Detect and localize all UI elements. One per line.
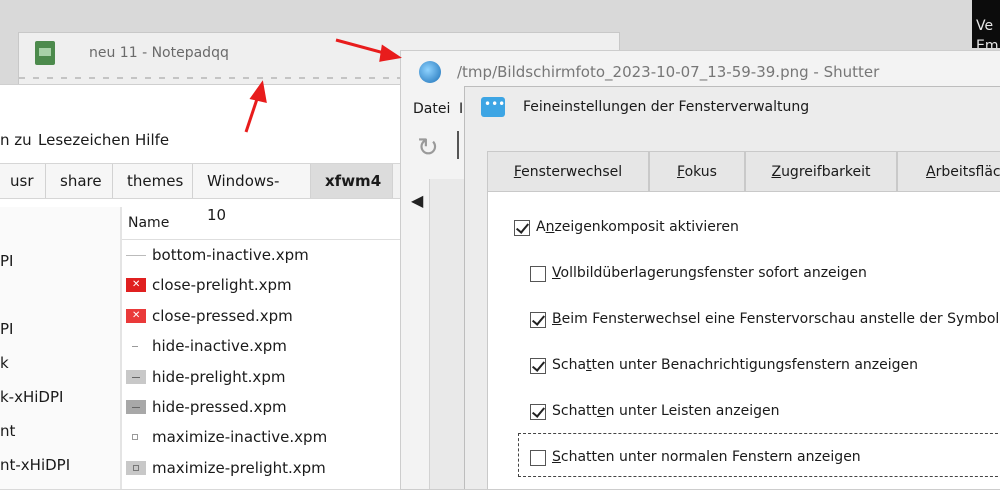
annotation-arrows [244,38,402,133]
arrow-head [249,80,267,103]
arrow-to-shutter [335,38,389,56]
arrow-to-notepadqq [244,95,260,133]
arrow-head [379,44,402,62]
